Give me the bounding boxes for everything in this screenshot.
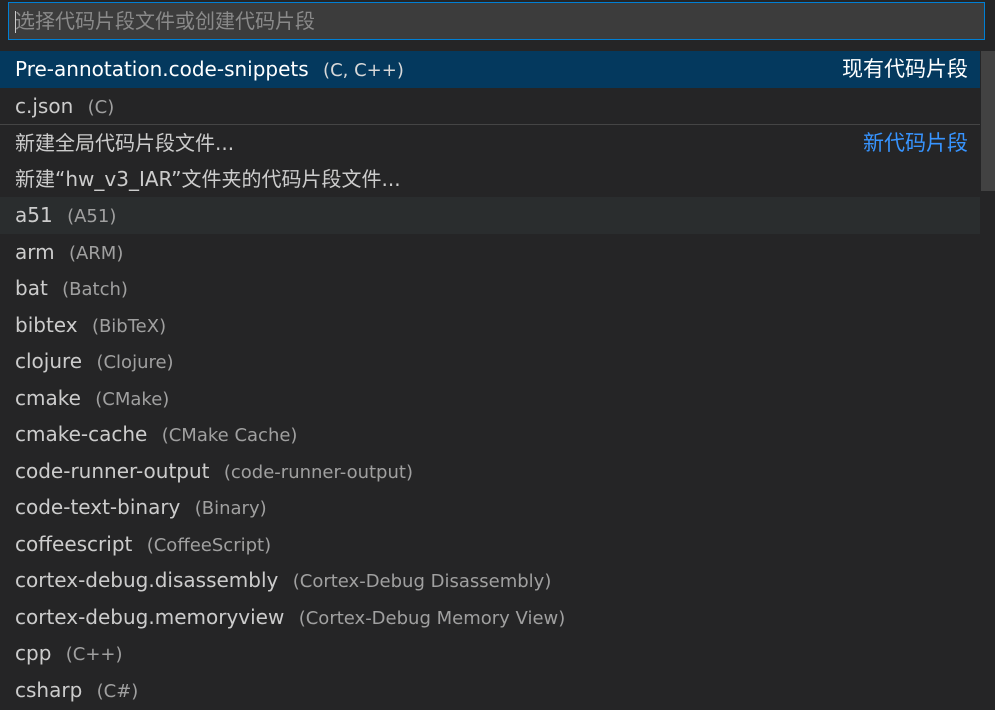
quick-pick-widget: Pre-annotation.code-snippets (C, C++) 现有… — [0, 0, 995, 710]
item-label: bat — [15, 276, 48, 300]
item-label: coffeescript — [15, 531, 133, 556]
item-description: (C, C++) — [323, 60, 404, 81]
list-item-clojure[interactable]: clojure (Clojure) — [0, 343, 980, 380]
item-description: (CMake) — [95, 388, 170, 410]
item-description: (ARM) — [68, 242, 124, 264]
list-scrollbar[interactable] — [981, 51, 995, 710]
list-item-a51[interactable]: a51 (A51) — [0, 197, 980, 234]
item-description: (Cortex-Debug Memory View) — [298, 607, 566, 629]
item-description: (A51) — [67, 206, 117, 227]
item-label: a51 — [15, 203, 53, 227]
item-description: (Cortex-Debug Disassembly) — [292, 571, 552, 592]
list-item-pre-annotation[interactable]: Pre-annotation.code-snippets (C, C++) 现有… — [0, 51, 980, 88]
list-item-cmake[interactable]: cmake (CMake) — [0, 380, 980, 417]
list-item-c-json[interactable]: c.json (C) — [0, 88, 980, 125]
item-label: clojure — [15, 349, 83, 373]
item-description: (CMake Cache) — [161, 425, 298, 446]
item-description: (Binary) — [194, 498, 267, 519]
item-label: cmake-cache — [15, 422, 148, 446]
item-label: Pre-annotation.code-snippets — [15, 57, 309, 81]
search-input[interactable] — [9, 3, 984, 39]
item-label: cortex-debug.memoryview — [15, 604, 285, 629]
item-label: code-runner-output — [15, 458, 210, 483]
list-item-cortex-debug-disassembly[interactable]: cortex-debug.disassembly (Cortex-Debug D… — [0, 562, 980, 599]
item-label: arm — [15, 239, 55, 264]
list-item-bibtex[interactable]: bibtex (BibTeX) — [0, 307, 980, 344]
text-caret — [15, 11, 16, 33]
item-description: (CoffeeScript) — [146, 534, 272, 556]
item-label: 新建全局代码片段文件... — [15, 131, 235, 155]
item-description: (C++) — [65, 644, 123, 665]
item-description: (C) — [87, 96, 115, 118]
item-label: cpp — [15, 641, 52, 665]
list-item-cortex-debug-memoryview[interactable]: cortex-debug.memoryview (Cortex-Debug Me… — [0, 599, 980, 636]
item-description: (C#) — [96, 680, 139, 702]
item-label: cmake — [15, 385, 81, 410]
item-label: csharp — [15, 677, 83, 702]
list-item-code-runner-output[interactable]: code-runner-output (code-runner-output) — [0, 453, 980, 490]
search-input-box[interactable] — [8, 2, 985, 40]
group-label-new-snippets: 新代码片段 — [863, 131, 968, 155]
item-label: c.json — [15, 93, 74, 118]
list-item-bat[interactable]: bat (Batch) — [0, 270, 980, 307]
item-label: code-text-binary — [15, 495, 181, 519]
item-description: (Batch) — [62, 279, 128, 300]
item-description: (BibTeX) — [91, 315, 167, 337]
list-item-csharp[interactable]: csharp (C#) — [0, 672, 980, 709]
list-item-cmake-cache[interactable]: cmake-cache (CMake Cache) — [0, 416, 980, 453]
scrollbar-thumb[interactable] — [981, 51, 995, 191]
list-item-coffeescript[interactable]: coffeescript (CoffeeScript) — [0, 526, 980, 563]
list-item-new-global-snippets[interactable]: 新建全局代码片段文件... 新代码片段 — [0, 124, 980, 161]
list-item-cpp[interactable]: cpp (C++) — [0, 635, 980, 672]
item-description: (code-runner-output) — [223, 461, 413, 483]
group-label-existing-snippets: 现有代码片段 — [842, 57, 968, 81]
item-label: bibtex — [15, 312, 78, 337]
item-description: (Clojure) — [96, 352, 174, 373]
quick-pick-list: Pre-annotation.code-snippets (C, C++) 现有… — [0, 51, 980, 710]
list-item-arm[interactable]: arm (ARM) — [0, 234, 980, 271]
item-label: 新建“hw_v3_IAR”文件夹的代码片段文件... — [15, 166, 401, 191]
list-item-code-text-binary[interactable]: code-text-binary (Binary) — [0, 489, 980, 526]
item-label: cortex-debug.disassembly — [15, 568, 279, 592]
list-item-new-folder-snippets[interactable]: 新建“hw_v3_IAR”文件夹的代码片段文件... — [0, 161, 980, 198]
